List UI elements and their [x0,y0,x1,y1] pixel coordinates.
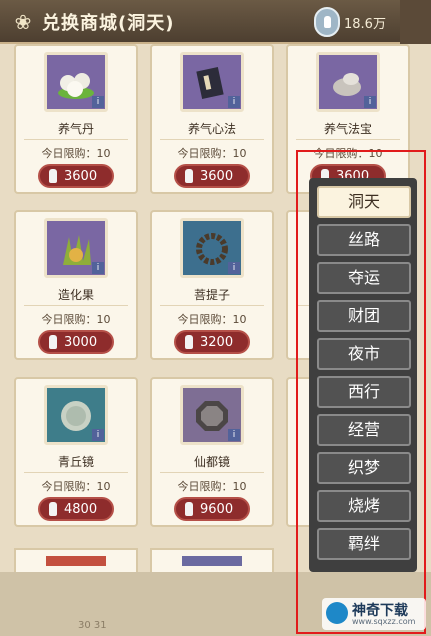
item-daily-limit: 今日限购：10 [177,147,247,160]
item-tier-badge: i [228,262,240,274]
header-corner[interactable] [400,0,431,44]
item-thumbnail: i [44,218,108,278]
treasure-artifact-icon [333,73,361,96]
divider [24,305,128,306]
buy-button[interactable]: 4800 [38,497,114,521]
currency-bottle-icon [185,335,193,349]
buy-button[interactable]: 3600 [38,164,114,188]
mirror-icon [61,401,91,431]
currency-balance: 18.6万 [344,17,386,32]
item-thumbnail [46,556,106,566]
item-daily-limit: 今日限购：10 [41,313,111,326]
menu-item-yeshi[interactable]: 夜市 [317,338,411,370]
item-tier-badge: i [92,429,104,441]
menu-item-jiban[interactable]: 羁绊 [317,528,411,560]
item-tier-badge: i [228,96,240,108]
bodhi-beads-icon [196,233,228,265]
shop-item-card[interactable]: i 造化果 今日限购：10 3000 [14,210,138,360]
site-watermark: 神奇下载 www.sqxzz.com [322,598,426,630]
divider [24,139,128,140]
item-name: 仙都镜 [193,455,230,469]
currency-bottle-icon [185,502,193,516]
divider [296,139,400,140]
lotus-icon: ❀ [14,10,32,34]
divider [160,305,264,306]
item-name: 养气丹 [57,122,94,136]
menu-item-shaokao[interactable]: 烧烤 [317,490,411,522]
item-thumbnail: i [180,385,244,445]
shop-category-menu: 洞天 丝路 夺运 财团 夜市 西行 经营 织梦 烧烤 羁绊 [309,178,417,572]
shop-item-card[interactable] [14,548,138,572]
menu-item-duoyun[interactable]: 夺运 [317,262,411,294]
currency-bottle-icon [49,335,57,349]
item-thumbnail: i [44,385,108,445]
item-price: 9600 [200,502,234,517]
buy-button[interactable]: 3200 [174,330,250,354]
currency-bottle-icon [49,169,57,183]
item-name: 造化果 [57,288,94,302]
divider [160,472,264,473]
item-daily-limit: 今日限购：10 [41,480,111,493]
item-price: 4800 [64,502,98,517]
scripture-book-icon [196,67,224,99]
shop-item-card[interactable] [150,548,274,572]
shop-item-card[interactable]: i 养气心法 今日限购：10 3600 [150,44,274,194]
page-title: 兑换商城(洞天) [42,13,175,34]
menu-item-silu[interactable]: 丝路 [317,224,411,256]
currency-bottle-icon [314,7,340,37]
menu-item-xixing[interactable]: 西行 [317,376,411,408]
buy-button[interactable]: 3600 [174,164,250,188]
divider [24,472,128,473]
item-tier-badge: i [92,262,104,274]
octagon-mirror-icon [196,401,228,431]
item-name: 养气法宝 [323,122,372,136]
menu-item-caituan[interactable]: 财团 [317,300,411,332]
shop-header: ❀ 兑换商城(洞天) 18.6万 [0,0,431,44]
item-price: 3600 [200,169,234,184]
item-tier-badge: i [92,96,104,108]
item-thumbnail: i [180,218,244,278]
menu-item-dongtian[interactable]: 洞天 [317,186,411,218]
item-price: 3000 [64,335,98,350]
footer-hint: 30 31 [78,620,107,631]
buy-button[interactable]: 9600 [174,497,250,521]
item-daily-limit: 今日限购：10 [177,313,247,326]
menu-item-jingying[interactable]: 经营 [317,414,411,446]
watermark-url: www.sqxzz.com [352,617,416,626]
item-thumbnail [182,556,242,566]
menu-item-zhimeng[interactable]: 织梦 [317,452,411,484]
dumplings-icon [58,73,94,99]
item-name: 菩提子 [193,288,230,302]
item-price: 3600 [64,169,98,184]
item-daily-limit: 今日限购：10 [177,480,247,493]
watermark-logo-icon [326,602,348,624]
item-name: 养气心法 [187,122,236,136]
shop-item-card[interactable]: i 养气丹 今日限购：10 3600 [14,44,138,194]
buy-button[interactable]: 3000 [38,330,114,354]
item-thumbnail: i [180,52,244,112]
shop-item-card[interactable]: i 养气法宝 今日限购：10 3600 [286,44,410,194]
item-name: 青丘镜 [57,455,94,469]
shop-item-card[interactable]: i 青丘镜 今日限购：10 4800 [14,377,138,527]
item-tier-badge: i [228,429,240,441]
item-daily-limit: 今日限购：10 [41,147,111,160]
item-price: 3200 [200,335,234,350]
shop-item-card[interactable]: i 菩提子 今日限购：10 3200 [150,210,274,360]
item-tier-badge: i [364,96,376,108]
divider [160,139,264,140]
item-thumbnail: i [316,52,380,112]
item-daily-limit: 今日限购：10 [313,147,383,160]
shop-item-card[interactable]: i 仙都镜 今日限购：10 9600 [150,377,274,527]
currency-bottle-icon [185,169,193,183]
item-thumbnail: i [44,52,108,112]
currency-bottle-icon [49,502,57,516]
fortune-fruit-icon [63,235,91,265]
